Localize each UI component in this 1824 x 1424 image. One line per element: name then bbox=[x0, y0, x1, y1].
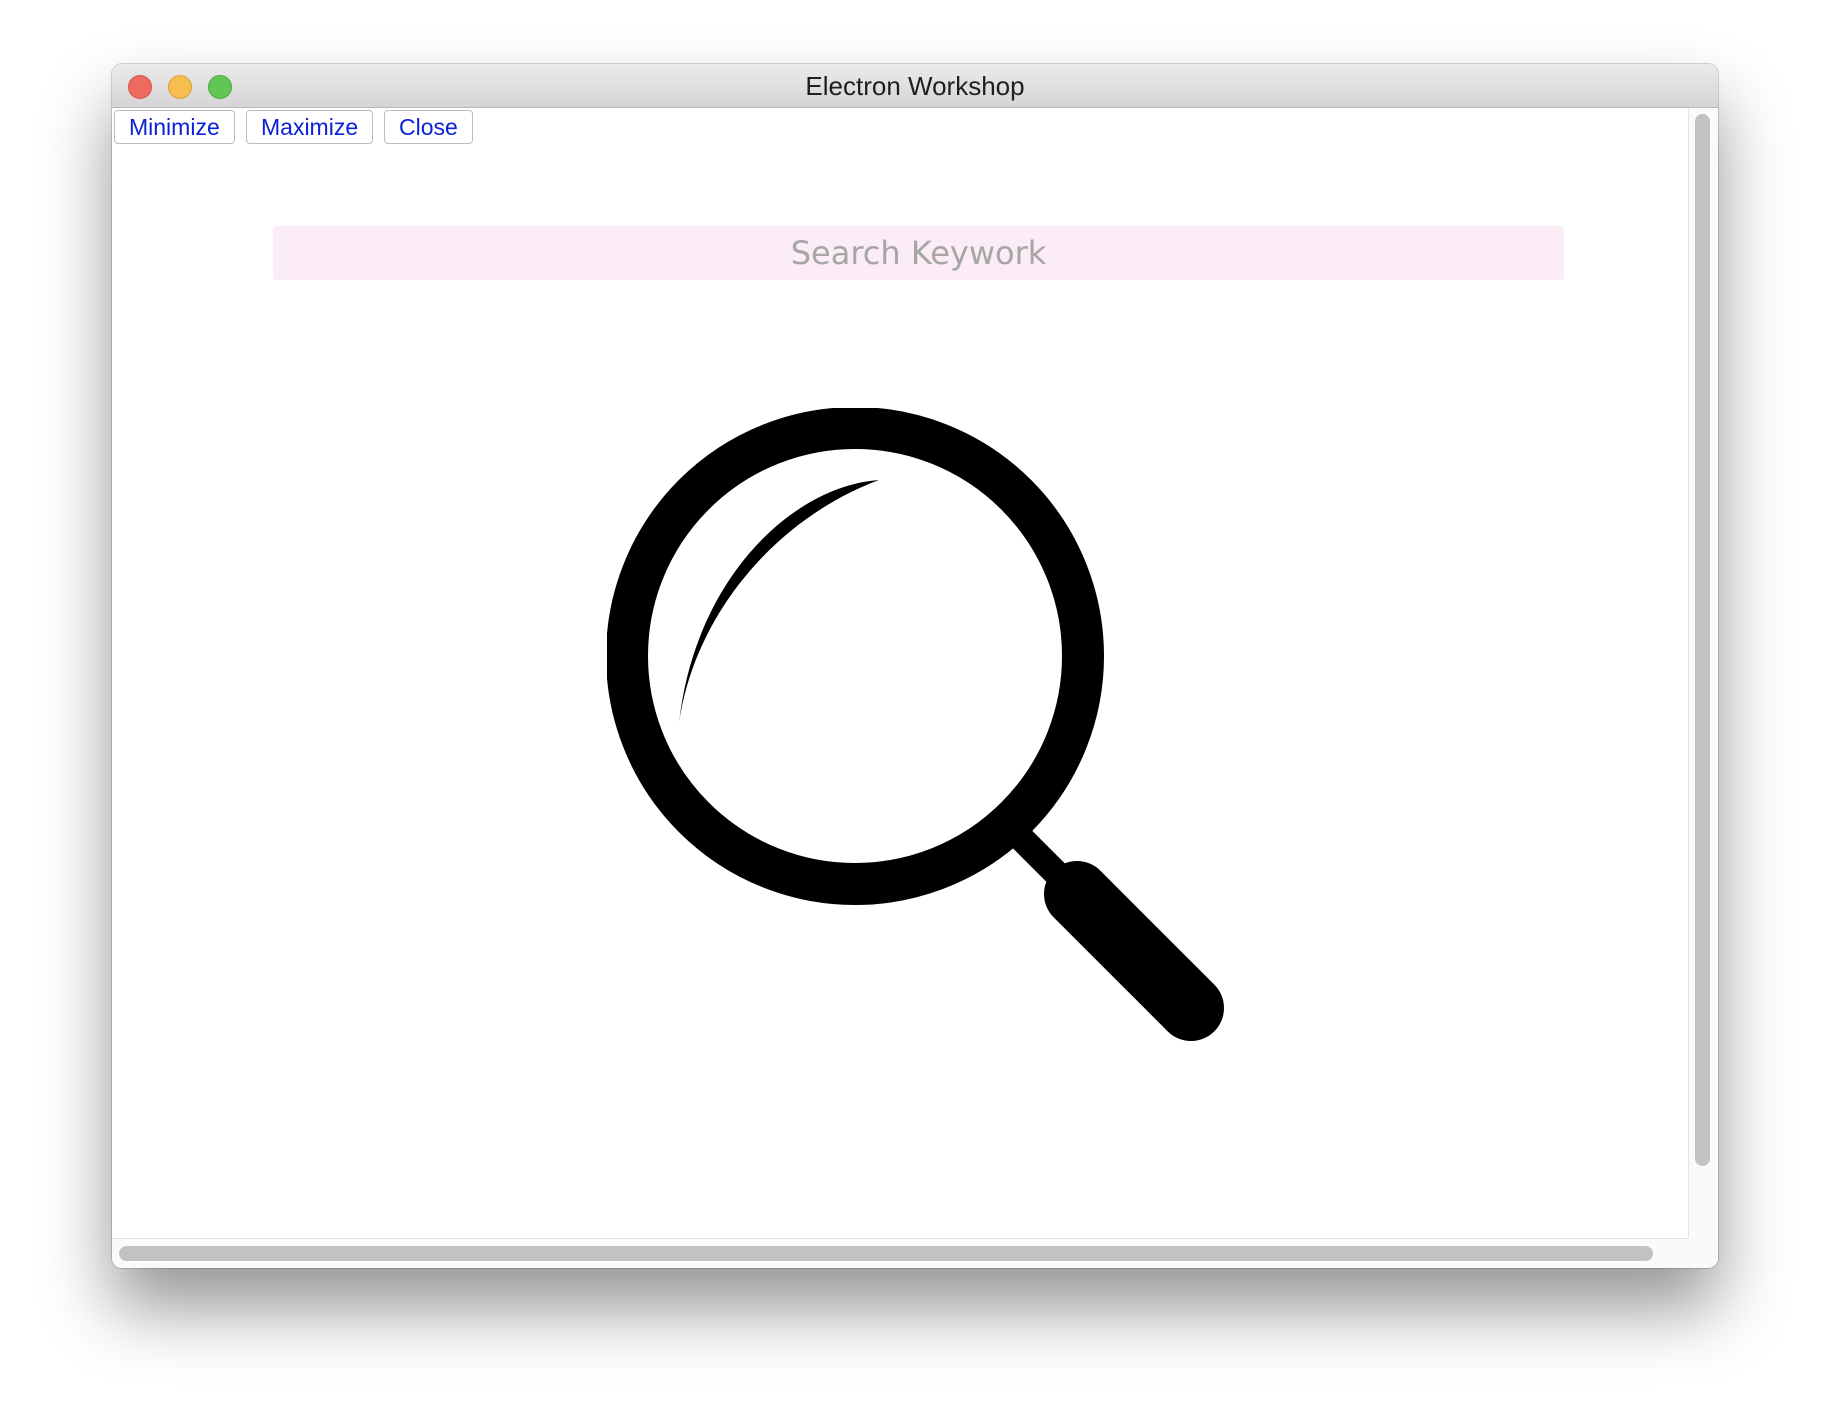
title-bar[interactable]: Electron Workshop bbox=[112, 64, 1718, 108]
minimize-button[interactable]: Minimize bbox=[114, 110, 235, 144]
magnifying-glass-icon bbox=[607, 408, 1224, 1041]
horizontal-scrollbar[interactable] bbox=[112, 1238, 1688, 1268]
app-window: Electron Workshop Minimize Maximize Clos… bbox=[112, 64, 1718, 1268]
window-title: Electron Workshop bbox=[805, 71, 1025, 101]
close-button[interactable]: Close bbox=[384, 110, 473, 144]
page-content: Minimize Maximize Close bbox=[112, 108, 1688, 1238]
maximize-button[interactable]: Maximize bbox=[246, 110, 374, 144]
horizontal-scroll-thumb[interactable] bbox=[119, 1246, 1653, 1261]
search-input[interactable] bbox=[273, 226, 1564, 280]
scrollbar-corner bbox=[1688, 1238, 1718, 1268]
vertical-scroll-thumb[interactable] bbox=[1695, 114, 1710, 1166]
vertical-scrollbar[interactable] bbox=[1688, 108, 1718, 1238]
